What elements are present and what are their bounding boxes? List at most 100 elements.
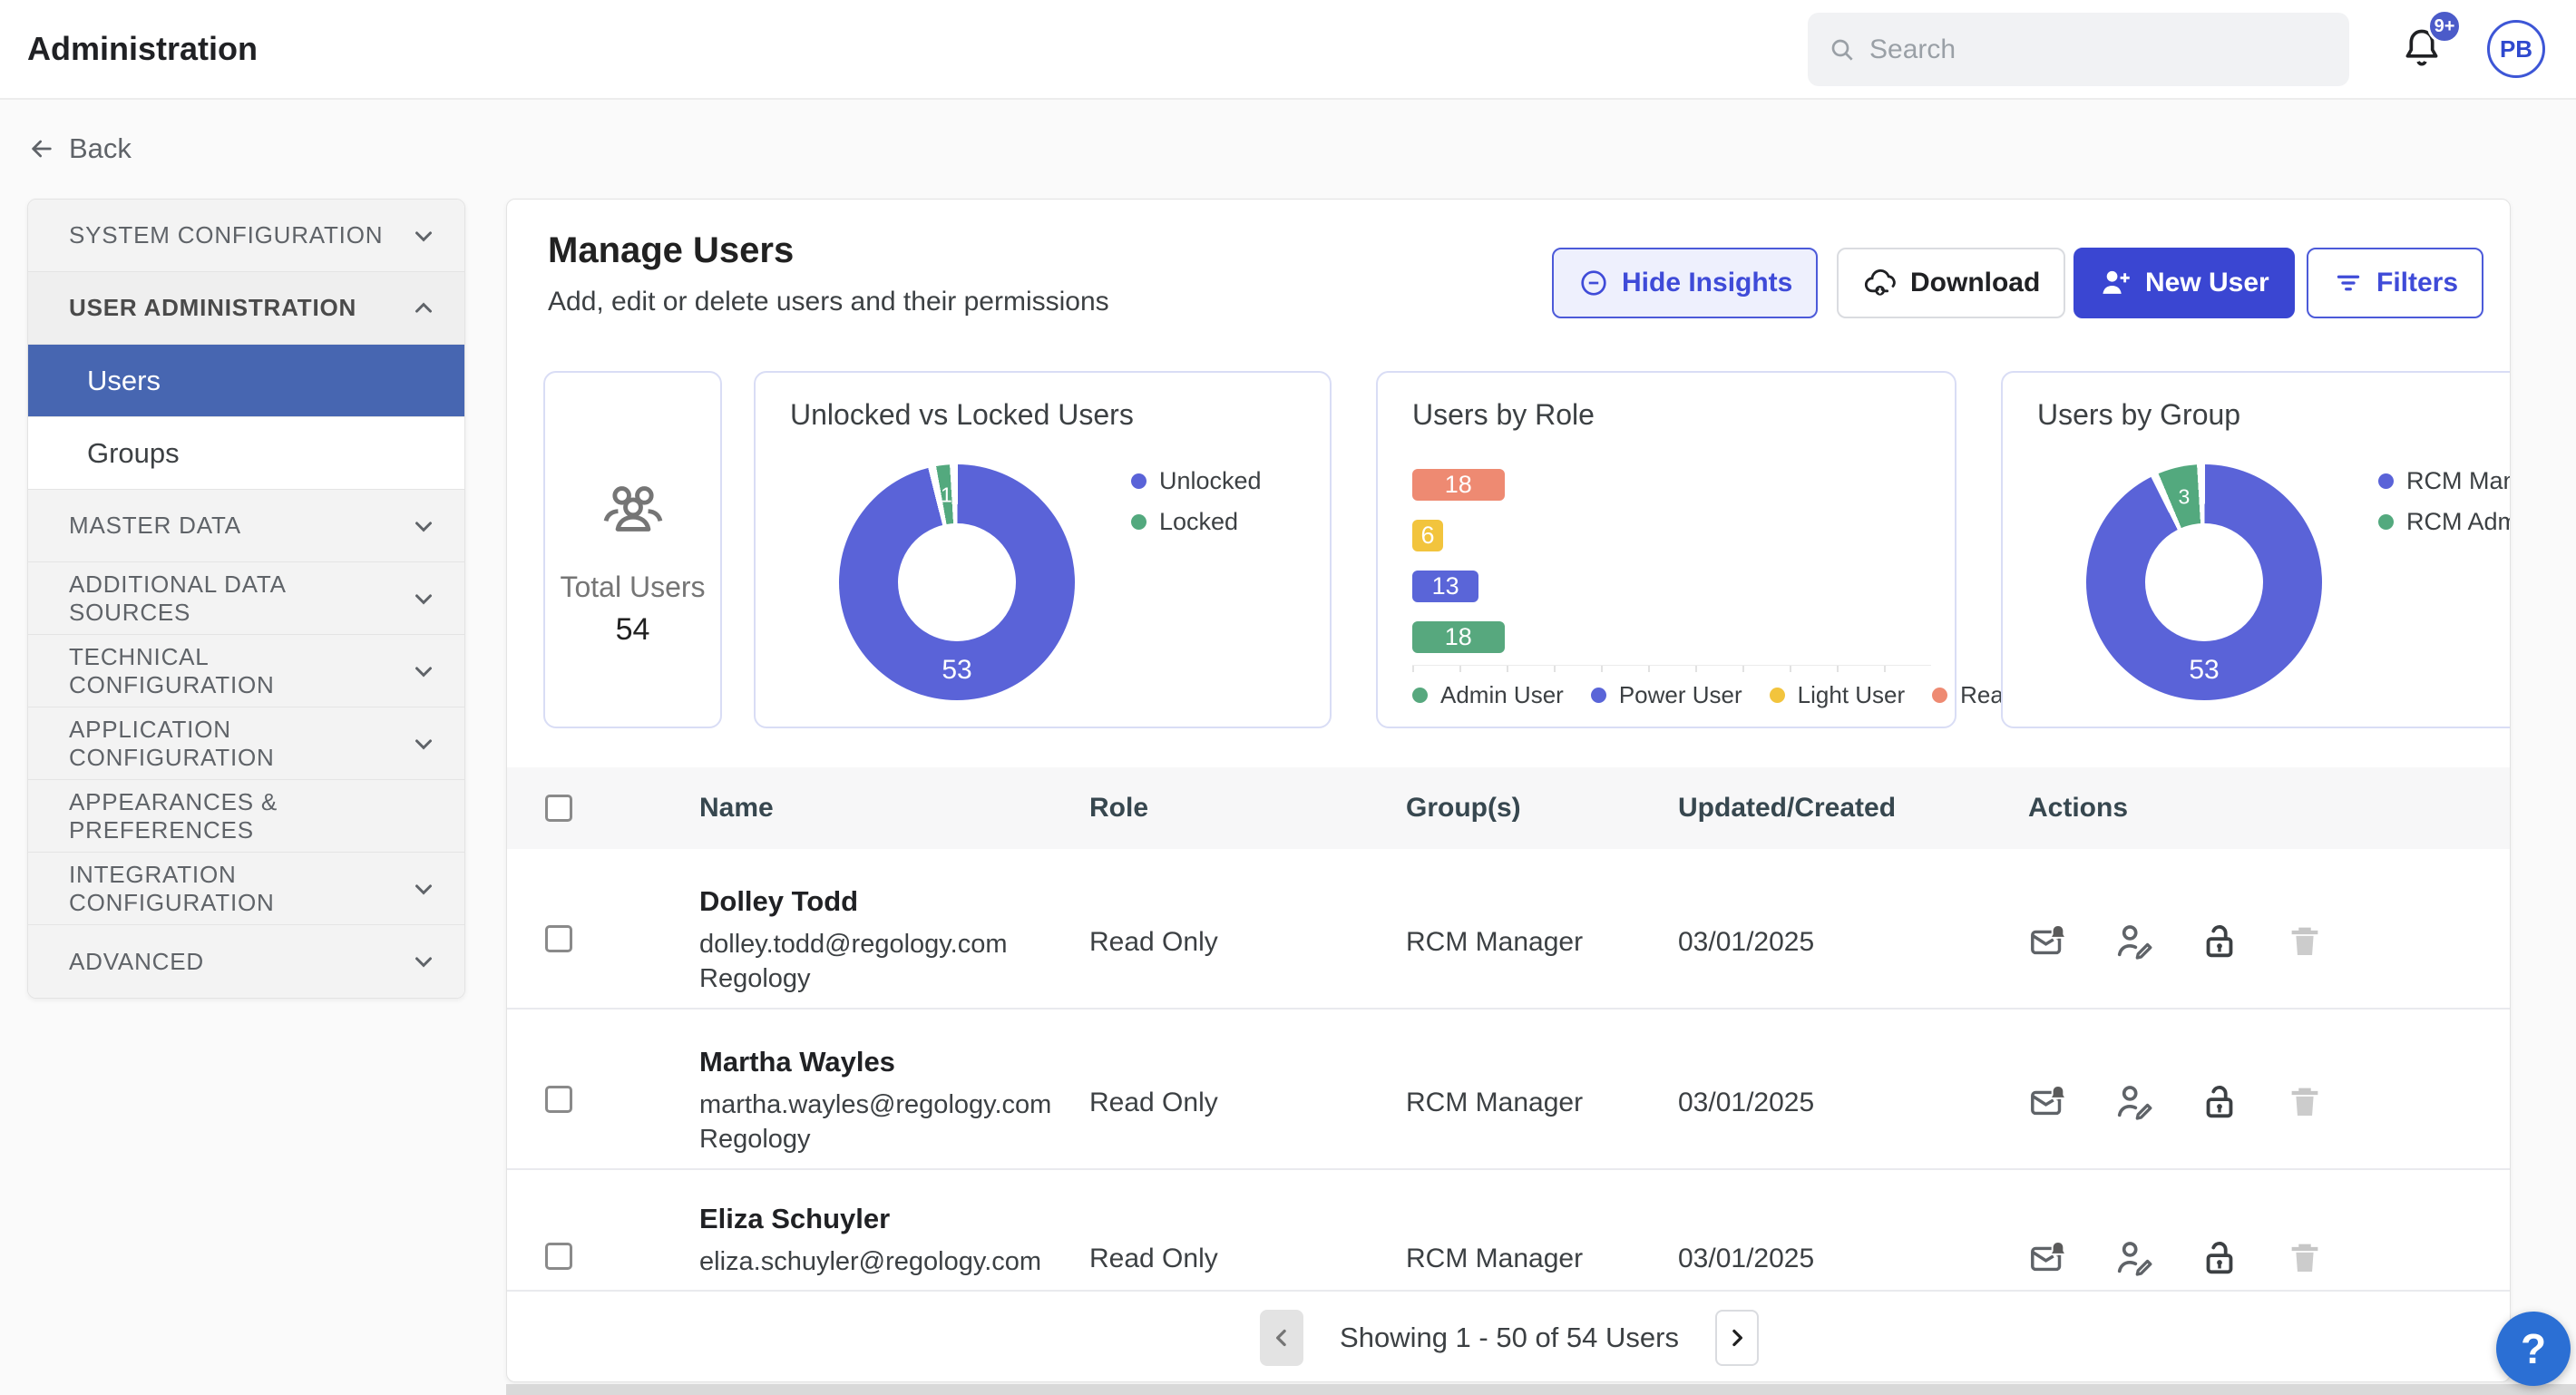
chevron-down-icon <box>410 730 437 757</box>
unlock-icon[interactable] <box>2199 921 2240 962</box>
row-actions <box>2028 921 2326 962</box>
user-name: Dolley Todd <box>699 883 1008 920</box>
legend-label: RCM Admin <box>2406 508 2511 536</box>
edit-user-icon[interactable] <box>2113 921 2155 962</box>
total-users-card: Total Users 54 <box>543 371 722 728</box>
user-updated: 03/01/2025 <box>1678 1243 1814 1275</box>
user-name-cell: Eliza Schuyler eliza.schuyler@regology.c… <box>699 1201 1041 1279</box>
sidebar-item-user-administration[interactable]: USER ADMINISTRATION <box>28 272 464 345</box>
search-input[interactable] <box>1869 34 2329 65</box>
user-email: eliza.schuyler@regology.com <box>699 1244 1041 1279</box>
chevron-down-icon <box>410 875 437 902</box>
legend-label: Power User <box>1619 681 1742 709</box>
sidebar-item-master-data[interactable]: MASTER DATA <box>28 490 464 562</box>
bar-value-label: 18 <box>1445 471 1472 499</box>
sidebar-item-application-configuration[interactable]: APPLICATION CONFIGURATION <box>28 707 464 780</box>
user-role: Read Only <box>1089 1243 1218 1275</box>
manage-users-panel: Manage Users Add, edit or delete users a… <box>506 199 2511 1382</box>
sidebar-item-system-configuration[interactable]: SYSTEM CONFIGURATION <box>28 200 464 272</box>
help-button[interactable]: ? <box>2496 1312 2571 1386</box>
hide-insights-button[interactable]: Hide Insights <box>1552 248 1818 318</box>
avatar[interactable]: PB <box>2487 20 2545 78</box>
column-header-updated: Updated/Created <box>1678 793 1896 824</box>
donut-value-label: 1 <box>941 483 952 507</box>
unlock-icon[interactable] <box>2199 1081 2240 1123</box>
table-row: Dolley Todd dolley.todd@regology.com Reg… <box>507 849 2511 1010</box>
sidebar-item-users[interactable]: Users <box>28 345 464 417</box>
chevron-down-icon <box>410 585 437 612</box>
sidebar-item-groups[interactable]: Groups <box>28 417 464 490</box>
row-checkbox[interactable] <box>545 1243 572 1270</box>
legend-label: Unlocked <box>1159 467 1262 495</box>
donut-value-label: 53 <box>2189 655 2219 686</box>
donut-value-label: 53 <box>942 655 971 686</box>
cloud-download-icon <box>1862 265 1898 301</box>
sidebar-item-integration-configuration[interactable]: INTEGRATION CONFIGURATION <box>28 853 464 925</box>
legend-label: RCM Manager <box>2406 467 2511 495</box>
unlock-icon[interactable] <box>2199 1237 2240 1279</box>
chevron-down-icon <box>410 222 437 249</box>
sidebar: SYSTEM CONFIGURATION USER ADMINISTRATION… <box>27 199 465 999</box>
user-org: Regology <box>699 961 1008 996</box>
unlocked-vs-locked-card: Unlocked vs Locked Users 153 UnlockedLoc… <box>754 371 1332 728</box>
legend-dot <box>2378 514 2394 530</box>
bar-read-only: 18 <box>1412 469 1505 501</box>
minus-circle-icon <box>1577 267 1610 299</box>
sidebar-item-technical-configuration[interactable]: TECHNICAL CONFIGURATION <box>28 635 464 707</box>
global-search[interactable] <box>1808 13 2349 86</box>
select-all-checkbox[interactable] <box>545 795 572 822</box>
pagination-label: Showing 1 - 50 of 54 Users <box>1340 1322 1679 1354</box>
legend-label: Locked <box>1159 508 1238 536</box>
user-groups: RCM Manager <box>1406 926 1583 959</box>
horizontal-scrollbar[interactable] <box>506 1384 2576 1395</box>
user-email: martha.wayles@regology.com <box>699 1088 1051 1122</box>
person-add-icon <box>2099 266 2133 300</box>
sidebar-item-label: ADVANCED <box>69 948 204 976</box>
legend-dot <box>1412 688 1428 703</box>
next-page-button[interactable] <box>1715 1310 1759 1366</box>
bar-power-user: 13 <box>1412 571 1478 602</box>
search-icon <box>1828 35 1857 64</box>
help-label: ? <box>2521 1324 2546 1373</box>
sidebar-item-label: Users <box>87 365 161 397</box>
back-label: Back <box>69 132 132 165</box>
bar-light-user: 6 <box>1412 520 1443 551</box>
delete-icon <box>2284 1237 2326 1279</box>
back-link[interactable]: Back <box>27 132 132 165</box>
edit-user-icon[interactable] <box>2113 1237 2155 1279</box>
user-groups: RCM Manager <box>1406 1087 1583 1119</box>
sidebar-item-appearances-preferences[interactable]: APPEARANCES & PREFERENCES <box>28 780 464 853</box>
edit-user-icon[interactable] <box>2113 1081 2155 1123</box>
notify-mail-icon[interactable] <box>2028 1081 2070 1123</box>
sidebar-item-label: APPLICATION CONFIGURATION <box>69 716 410 772</box>
previous-page-button[interactable] <box>1260 1310 1303 1366</box>
user-org: Regology <box>699 1122 1051 1156</box>
user-updated: 03/01/2025 <box>1678 1087 1814 1119</box>
sidebar-item-additional-data-sources[interactable]: ADDITIONAL DATA SOURCES <box>28 562 464 635</box>
legend-label: Light User <box>1798 681 1906 709</box>
sidebar-item-advanced[interactable]: ADVANCED <box>28 925 464 998</box>
user-name: Eliza Schuyler <box>699 1201 1041 1237</box>
user-role: Read Only <box>1089 926 1218 959</box>
filters-button[interactable]: Filters <box>2307 248 2483 318</box>
filter-icon <box>2332 267 2365 299</box>
row-checkbox[interactable] <box>545 1086 572 1113</box>
legend-dot <box>1770 688 1785 703</box>
delete-icon <box>2284 1081 2326 1123</box>
new-user-label: New User <box>2145 268 2269 298</box>
total-users-label: Total Users <box>545 571 720 604</box>
sidebar-item-label: USER ADMINISTRATION <box>69 294 356 322</box>
app-title: Administration <box>27 30 258 68</box>
users-by-group-donut-chart: 353 <box>2086 464 2322 700</box>
notify-mail-icon[interactable] <box>2028 921 2070 962</box>
row-checkbox[interactable] <box>545 925 572 952</box>
chevron-left-icon <box>1268 1324 1295 1351</box>
x-axis <box>1412 665 1931 672</box>
total-users-value: 54 <box>545 612 720 648</box>
users-by-role-card: Users by Role 1861318 Admin UserPower Us… <box>1376 371 1956 728</box>
download-button[interactable]: Download <box>1837 248 2065 318</box>
users-by-group-card: Users by Group 353 RCM ManagerRCM Admin <box>2001 371 2511 728</box>
filters-label: Filters <box>2376 268 2458 298</box>
notify-mail-icon[interactable] <box>2028 1237 2070 1279</box>
new-user-button[interactable]: New User <box>2073 248 2295 318</box>
